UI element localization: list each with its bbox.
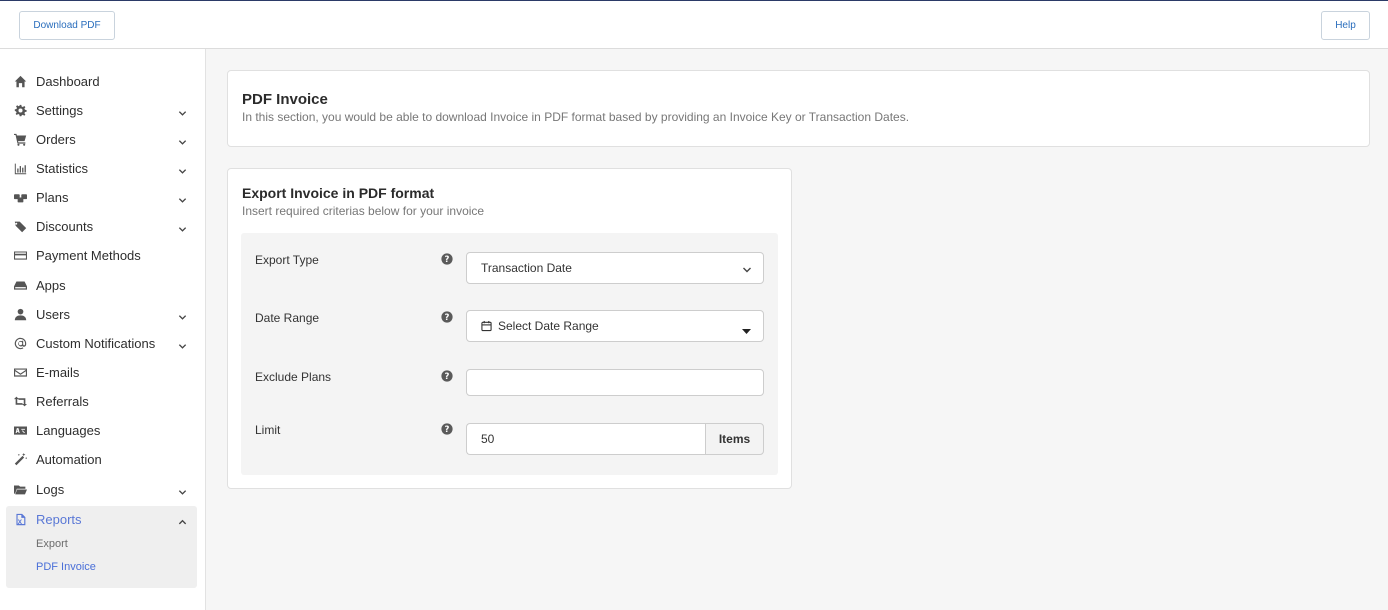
file-report-icon [13, 513, 27, 527]
envelope-icon [13, 366, 27, 380]
export-type-select[interactable]: Transaction Date [466, 252, 764, 284]
sidebar-item-discounts[interactable]: Discounts [6, 213, 197, 240]
question-circle-icon[interactable]: ? [441, 369, 453, 382]
calendar-icon [481, 320, 492, 332]
sidebar-item-label: Custom Notifications [36, 336, 156, 351]
sidebar-item-label: Orders [36, 132, 76, 147]
card-title: Export Invoice in PDF format [242, 185, 435, 201]
date-range-picker[interactable]: Select Date Range [466, 310, 764, 342]
sidebar-item-label: Apps [36, 278, 66, 293]
chevron-down-icon [178, 106, 187, 116]
sidebar-item-label: Reports [36, 512, 82, 527]
sidebar-item-label: Languages [36, 423, 101, 438]
sidebar-item-label: E-mails [36, 365, 80, 380]
exclude-plans-label: Exclude Plans [255, 370, 332, 384]
chevron-up-icon [178, 515, 187, 525]
tags-icon [13, 220, 27, 234]
export-form: Export Type ? Transaction Date Date Rang… [241, 233, 778, 475]
svg-text:?: ? [445, 425, 450, 435]
sidebar-item-label: Plans [36, 190, 69, 205]
pdf-invoice-intro-card: PDF Invoice In this section, you would b… [227, 70, 1370, 147]
date-range-value: Select Date Range [498, 319, 599, 333]
sidebar-item-label: Logs [36, 482, 65, 497]
sidebar-item-label: Referrals [36, 394, 89, 409]
sidebar-item-label: Payment Methods [36, 248, 141, 263]
page-title: PDF Invoice [242, 91, 328, 108]
download-pdf-button[interactable]: Download PDF [19, 11, 115, 40]
sidebar-item-reports[interactable]: Reports [6, 506, 197, 533]
sidebar-item-statistics[interactable]: Statistics [6, 155, 197, 182]
export-type-value: Transaction Date [481, 261, 572, 275]
page-description: In this section, you would be able to do… [242, 110, 910, 124]
sidebar-item-apps[interactable]: Apps [6, 272, 197, 299]
sidebar-item-label: Users [36, 307, 70, 322]
caret-down-icon [742, 324, 751, 334]
sidebar-item-label: Statistics [36, 161, 89, 176]
chevron-down-icon [178, 193, 187, 203]
boxes-icon [13, 191, 27, 205]
sidebar-item-label: Dashboard [36, 74, 100, 89]
exclude-plans-input[interactable] [466, 369, 764, 396]
sidebar-subitem-export[interactable]: Export [36, 538, 68, 550]
folder-open-icon [13, 483, 27, 497]
chevron-down-icon [178, 222, 187, 232]
gear-icon [13, 104, 27, 118]
sidebar-item-payment-methods[interactable]: Payment Methods [6, 242, 197, 269]
chevron-down-icon [742, 264, 752, 274]
magic-wand-icon [13, 453, 27, 467]
export-type-label: Export Type [255, 253, 319, 267]
chevron-down-icon [178, 339, 187, 349]
help-button[interactable]: Help [1321, 11, 1370, 40]
sidebar-item-label: Discounts [36, 219, 94, 234]
question-circle-icon[interactable]: ? [441, 252, 453, 265]
sidebar-item-users[interactable]: Users [6, 301, 197, 328]
limit-label: Limit [255, 423, 281, 437]
limit-unit-addon: Items [705, 423, 764, 455]
chevron-down-icon [178, 310, 187, 320]
sidebar-item-languages[interactable]: Languages [6, 417, 197, 444]
chevron-down-icon [178, 164, 187, 174]
sidebar-item-custom-notifications[interactable]: Custom Notifications [6, 330, 197, 357]
sidebar-item-referrals[interactable]: Referrals [6, 388, 197, 415]
limit-value: 50 [481, 432, 495, 446]
user-icon [13, 308, 27, 322]
cart-icon [13, 133, 27, 147]
credit-card-icon [13, 249, 27, 263]
home-icon [13, 75, 27, 89]
export-invoice-card: Export Invoice in PDF format Insert requ… [227, 168, 792, 489]
sidebar-item-dashboard[interactable]: Dashboard [6, 68, 197, 95]
language-icon [13, 424, 27, 438]
bar-chart-icon [13, 162, 27, 176]
sidebar-item-orders[interactable]: Orders [6, 126, 197, 153]
chevron-down-icon [178, 485, 187, 495]
retweet-icon [13, 395, 27, 409]
top-bar: Download PDF Help [0, 0, 1388, 49]
question-circle-icon[interactable]: ? [441, 310, 453, 323]
limit-input[interactable]: 50 [466, 423, 705, 455]
sidebar: Dashboard Settings Orders Statistics Pla… [0, 49, 206, 610]
svg-text:?: ? [445, 313, 450, 323]
svg-text:?: ? [445, 372, 450, 382]
sidebar-item-label: Automation [36, 452, 102, 467]
sidebar-item-logs[interactable]: Logs [6, 476, 197, 503]
sidebar-item-settings[interactable]: Settings [6, 97, 197, 124]
sidebar-item-automation[interactable]: Automation [6, 446, 197, 473]
server-icon [13, 279, 27, 293]
date-range-label: Date Range [255, 311, 320, 325]
sidebar-item-label: Settings [36, 103, 83, 118]
chevron-down-icon [178, 135, 187, 145]
question-circle-icon[interactable]: ? [441, 422, 453, 435]
sidebar-item-emails[interactable]: E-mails [6, 359, 197, 386]
at-icon [13, 337, 27, 351]
svg-text:?: ? [445, 255, 450, 265]
card-subtitle: Insert required criterias below for your… [242, 204, 485, 218]
sidebar-item-plans[interactable]: Plans [6, 184, 197, 211]
sidebar-subitem-pdf-invoice[interactable]: PDF Invoice [36, 561, 96, 573]
